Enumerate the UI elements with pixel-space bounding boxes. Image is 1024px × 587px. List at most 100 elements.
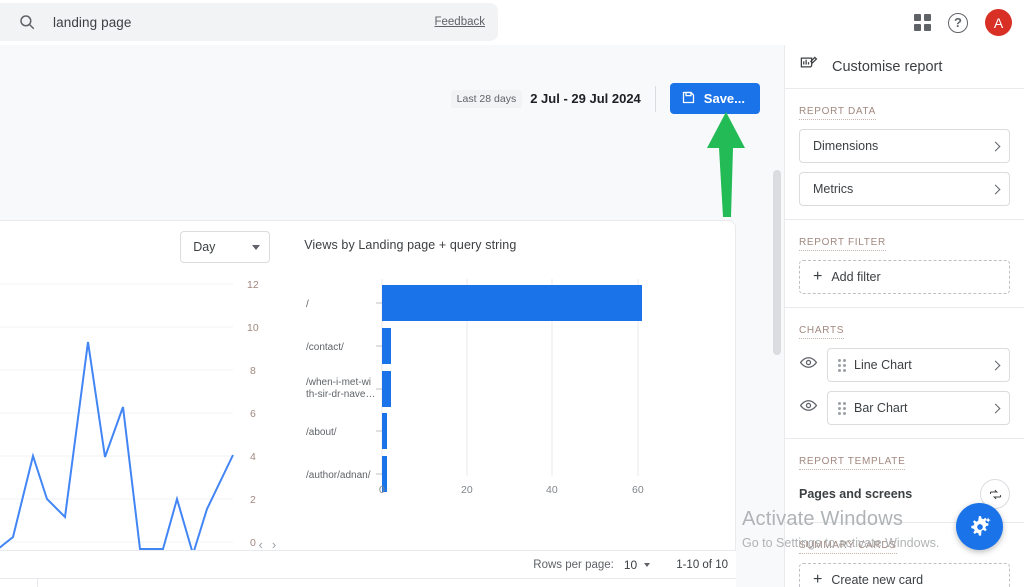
gear-sparkle-icon[interactable] [956,503,1003,550]
panel-row-label: Dimensions [813,139,879,153]
bar-row-3 [382,371,392,407]
app-root: Feedback ? A Last 28 days 2 Jul - 29 Jul… [0,0,1024,587]
drag-handle-icon[interactable] [838,401,846,415]
column-header-total-revenue[interactable]: Total revenue [636,579,736,587]
panel-row-line-chart[interactable]: Line Chart [827,348,1010,382]
chevron-down-icon [644,562,651,567]
section-label: REPORT TEMPLATE [799,456,906,470]
column-header-event-count[interactable]: Event count All events [437,579,537,587]
section-report-filter: REPORT FILTER + Add filter [785,220,1024,308]
svg-text:0: 0 [250,537,256,549]
drag-handle-icon[interactable] [838,358,846,372]
report-template-name[interactable]: Pages and screens [799,487,912,501]
granularity-value: Day [193,240,216,254]
date-toolbar: Last 28 days 2 Jul - 29 Jul 2024 Save... [450,83,760,114]
chevron-right-icon [990,403,1001,413]
plus-icon: + [813,268,823,285]
search-input[interactable] [53,14,435,30]
eye-icon[interactable] [799,353,818,377]
bar-chart-tickmarks [376,302,383,475]
create-new-card-label: Create new card [831,573,924,587]
chart-row-bar-chart: Bar Chart [799,391,1010,425]
panel-header: Customise report [785,45,1024,89]
section-label: SUMMARY CARDS [799,540,897,554]
eye-icon[interactable] [799,396,818,420]
date-badge: Last 28 days [450,89,523,108]
bar-chart-series [382,285,643,492]
svg-text:20: 20 [461,484,473,496]
svg-text:12: 12 [247,279,259,291]
bar-chart-svg: / /contact/ /when-i-met-wi th-sir-dr-nav… [306,279,644,496]
bar-row-1 [382,285,643,321]
plus-icon: + [813,571,823,587]
report-main: Last 28 days 2 Jul - 29 Jul 2024 Save...… [0,45,784,587]
feedback-link[interactable]: Feedback [434,16,485,28]
top-bar-actions: ? A [914,0,1012,45]
search-icon [18,13,36,31]
bar-row-2 [382,328,392,364]
column-header-average-engagement-time[interactable]: Average engagement time [337,579,437,587]
svg-text:6: 6 [250,408,256,420]
svg-text:60: 60 [632,484,644,496]
create-new-card-button[interactable]: + Create new card [799,563,1010,587]
svg-text:/about/: /about/ [306,427,337,438]
column-header-key-events[interactable]: Key events All events [537,579,637,587]
svg-text:2: 2 [250,494,256,506]
search-bar[interactable]: Feedback [0,3,498,41]
bar-chart-title: Views by Landing page + query string [304,238,517,252]
save-disk-icon [681,90,696,108]
panel-row-label: Metrics [813,182,854,196]
date-range[interactable]: 2 Jul - 29 Jul 2024 [530,91,641,106]
section-label: CHARTS [799,325,845,339]
line-chart-panel: Day 12 10 8 6 4 2 0 ‹ › [0,221,284,556]
panel-row-label: Line Chart [854,358,912,372]
rows-per-page-label: Rows per page: [533,558,614,571]
svg-text:/author/adnan/: /author/adnan/ [306,470,371,481]
panel-title: Customise report [832,58,943,75]
svg-text:th-sir-dr-nave…: th-sir-dr-nave… [306,389,375,400]
line-chart-series [0,341,234,556]
svg-text:40: 40 [546,484,558,496]
apps-grid-icon[interactable] [914,14,931,31]
add-dimension-button[interactable]: + [0,579,38,587]
chevron-right-icon [990,141,1001,151]
add-filter-button[interactable]: + Add filter [799,260,1010,294]
line-chart-gridlines [0,283,233,543]
chevron-right-icon [990,184,1001,194]
bar-chart-xticks: 0 20 40 60 [379,484,644,496]
section-label: REPORT DATA [799,106,876,120]
section-label: REPORT FILTER [799,237,886,251]
table-header-row: + Views Users Views per user [0,578,736,587]
line-chart-yticks: 12 10 8 6 4 2 0 [247,279,259,549]
granularity-select[interactable]: Day [180,231,271,263]
svg-text:10: 10 [247,322,259,334]
chart-row-line-chart: Line Chart [799,348,1010,382]
panel-row-bar-chart[interactable]: Bar Chart [827,391,1010,425]
svg-text:/contact/: /contact/ [306,342,344,353]
rows-per-page-select[interactable]: 10 [623,557,651,572]
charts-card: Day 12 10 8 6 4 2 0 ‹ › Views by Landing… [0,220,736,557]
add-filter-label: Add filter [831,270,881,284]
table-pagination: Rows per page: 10 1-10 of 10 [0,550,736,578]
save-button-label: Save... [703,91,745,106]
avatar[interactable]: A [985,9,1012,36]
panel-row-label: Bar Chart [854,401,908,415]
rows-per-page-value: 10 [623,557,638,572]
column-header-views[interactable]: Views [38,579,138,587]
svg-text:0: 0 [379,484,385,496]
edit-report-icon [799,55,818,79]
column-header-users[interactable]: Users [138,579,238,587]
svg-text:/: / [306,299,309,310]
toolbar-divider [654,85,656,112]
panel-row-metrics[interactable]: Metrics [799,172,1010,206]
section-report-data: REPORT DATA Dimensions Metrics [785,89,1024,220]
panel-scrollbar[interactable] [773,170,781,355]
column-header-views-per-user[interactable]: Views per user [237,579,337,587]
chevron-right-icon [990,360,1001,370]
chevron-down-icon [252,244,261,250]
panel-row-dimensions[interactable]: Dimensions [799,129,1010,163]
svg-text:/when-i-met-wi: /when-i-met-wi [306,377,371,388]
line-chart-svg: 12 10 8 6 4 2 0 21 28 [0,279,259,556]
help-icon[interactable]: ? [948,12,968,33]
save-button[interactable]: Save... [669,83,760,114]
